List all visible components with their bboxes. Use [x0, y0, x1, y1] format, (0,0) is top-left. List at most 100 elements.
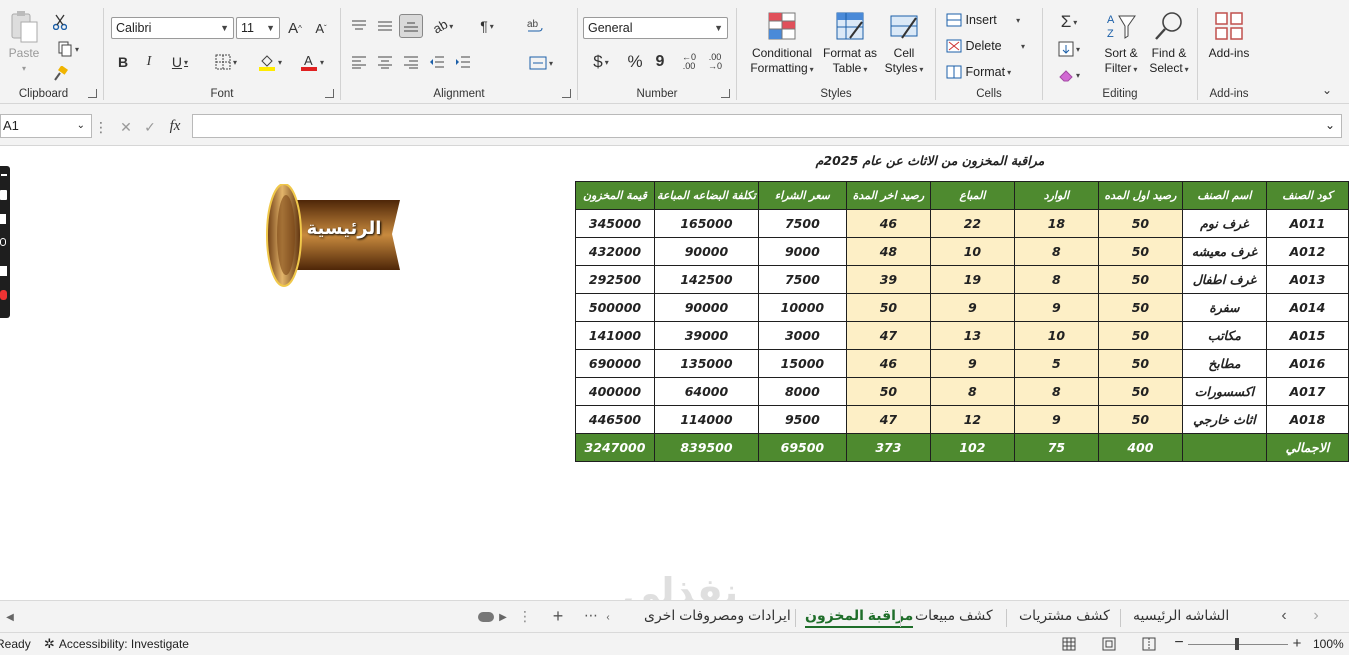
decrease-font-icon[interactable]: Aˇ — [310, 18, 332, 38]
decrease-decimal-icon[interactable]: .00 →0 — [704, 52, 726, 72]
align-right-icon[interactable] — [401, 52, 421, 72]
cancel-icon[interactable]: ✕ — [116, 118, 136, 136]
table-cell[interactable]: 50 — [845, 377, 931, 406]
fill-color-icon[interactable]: ▾ — [252, 52, 288, 72]
sort-filter-button[interactable]: AZ Sort & Filter ▾ — [1099, 10, 1143, 77]
table-cell[interactable]: A015 — [1265, 321, 1349, 350]
number-launcher[interactable] — [721, 89, 730, 98]
table-cell[interactable]: A018 — [1265, 405, 1349, 434]
table-cell[interactable]: 8 — [929, 377, 1015, 406]
table-cell[interactable]: غرف نوم — [1181, 209, 1267, 238]
table-cell[interactable]: A016 — [1265, 349, 1349, 378]
table-cell[interactable]: 50 — [1097, 405, 1183, 434]
clear-icon[interactable]: ▾ — [1051, 65, 1087, 85]
table-cell[interactable]: 48 — [845, 237, 931, 266]
copy-icon[interactable]: ▾ — [50, 39, 86, 59]
tab-main-screen[interactable]: الشاشه الرئيسيه — [1133, 607, 1229, 624]
table-cell[interactable]: 8 — [1013, 377, 1099, 406]
table-cell[interactable]: 432000 — [575, 237, 655, 266]
autosum-icon[interactable]: Σ ▾ — [1051, 12, 1087, 32]
zoom-in-button[interactable]: + — [1290, 634, 1304, 652]
table-cell[interactable]: 3000 — [757, 321, 847, 350]
normal-view-icon[interactable] — [1060, 635, 1078, 653]
clipboard-launcher[interactable] — [88, 89, 97, 98]
table-cell[interactable]: اسم الصنف — [1181, 181, 1267, 210]
merge-center-icon[interactable]: ▾ — [521, 52, 561, 74]
scroll-right-icon[interactable]: ▶ — [497, 609, 509, 625]
add-sheet-button[interactable]: + — [548, 605, 568, 627]
cut-icon[interactable] — [50, 12, 70, 32]
scroll-left-icon[interactable]: ◀ — [4, 609, 16, 625]
table-cell[interactable]: 50 — [1097, 265, 1183, 294]
tab-purchases-statement[interactable]: كشف مشتريات — [1019, 607, 1110, 624]
tab-prev-icon[interactable]: ‹ — [1276, 607, 1292, 625]
font-color-icon[interactable]: A ▾ — [294, 52, 330, 72]
comma-button[interactable]: 9 — [650, 52, 670, 72]
table-cell[interactable]: 9000 — [757, 237, 847, 266]
table-cell[interactable]: مكاتب — [1181, 321, 1267, 350]
table-cell[interactable]: 114000 — [654, 405, 759, 434]
table-cell[interactable]: 345000 — [575, 209, 655, 238]
home-banner-button[interactable]: الرئيسية — [266, 183, 402, 288]
increase-decimal-icon[interactable]: ←0.00 — [678, 52, 700, 72]
table-cell[interactable]: 400 — [1097, 433, 1183, 462]
table-cell[interactable]: رصيد اول المده — [1097, 181, 1183, 210]
indent-decrease-icon[interactable] — [427, 52, 447, 72]
table-cell[interactable]: 7500 — [757, 265, 847, 294]
italic-button[interactable]: I — [140, 52, 158, 72]
table-cell[interactable]: غرف اطفال — [1181, 265, 1267, 294]
table-cell[interactable]: غرف معيشه — [1181, 237, 1267, 266]
table-cell[interactable]: 90000 — [654, 237, 759, 266]
table-cell[interactable]: 839500 — [654, 433, 759, 462]
font-launcher[interactable] — [325, 89, 334, 98]
cell-styles-button[interactable]: Cell Styles ▾ — [879, 10, 929, 77]
currency-button[interactable]: $ ▾ — [586, 52, 616, 72]
horizontal-scrollbar-thumb[interactable] — [478, 612, 494, 622]
underline-button[interactable]: U ▾ — [166, 52, 194, 72]
table-cell[interactable]: 10 — [929, 237, 1015, 266]
formula-input[interactable]: ⌄ — [192, 114, 1342, 138]
indent-increase-icon[interactable] — [453, 52, 473, 72]
table-cell[interactable]: 18 — [1013, 209, 1099, 238]
tab-scroll-icon[interactable]: ‹ — [604, 609, 612, 625]
table-cell[interactable]: اثاث خارجي — [1181, 405, 1267, 434]
font-size-combo[interactable]: 11 ▼ — [236, 17, 280, 39]
table-cell[interactable]: 165000 — [654, 209, 759, 238]
table-cell[interactable]: كود الصنف — [1265, 181, 1349, 210]
table-cell[interactable]: سعر الشراء — [757, 181, 847, 210]
table-cell[interactable]: 39 — [845, 265, 931, 294]
percent-button[interactable]: % — [624, 52, 646, 72]
alignment-launcher[interactable] — [562, 89, 571, 98]
table-cell[interactable]: الاجمالي — [1265, 433, 1349, 462]
table-cell[interactable]: 46 — [845, 349, 931, 378]
table-cell[interactable]: 39000 — [654, 321, 759, 350]
table-cell[interactable]: 50 — [1097, 293, 1183, 322]
table-cell[interactable]: 22 — [929, 209, 1015, 238]
bottom-align-icon[interactable] — [399, 14, 423, 38]
bold-button[interactable]: B — [114, 52, 132, 72]
table-cell[interactable]: 15000 — [757, 349, 847, 378]
table-cell[interactable]: 135000 — [654, 349, 759, 378]
table-cell[interactable]: A012 — [1265, 237, 1349, 266]
table-cell[interactable]: مطابخ — [1181, 349, 1267, 378]
conditional-formatting-button[interactable]: Conditional Formatting ▾ — [745, 10, 819, 77]
font-name-combo[interactable]: Calibri ▼ — [111, 17, 234, 39]
table-cell[interactable]: A011 — [1265, 209, 1349, 238]
table-cell[interactable]: رصيد اخر المدة — [845, 181, 931, 210]
align-center-icon[interactable] — [375, 52, 395, 72]
name-box[interactable]: A1 ⌄ — [0, 114, 92, 138]
borders-icon[interactable]: ▾ — [208, 52, 244, 72]
table-cell[interactable]: 142500 — [654, 265, 759, 294]
table-cell[interactable]: A017 — [1265, 377, 1349, 406]
expand-formula-icon[interactable]: ⌄ — [1325, 118, 1335, 132]
toolbar-item[interactable] — [0, 238, 6, 246]
table-cell[interactable]: 90000 — [654, 293, 759, 322]
table-cell[interactable]: 9 — [1013, 293, 1099, 322]
table-cell[interactable]: 500000 — [575, 293, 655, 322]
table-cell[interactable]: 3247000 — [575, 433, 655, 462]
table-cell[interactable]: 10000 — [757, 293, 847, 322]
paste-button[interactable]: Paste ▾ — [4, 10, 44, 76]
collapse-ribbon-icon[interactable]: ⌄ — [1318, 82, 1336, 98]
table-cell[interactable]: 50 — [1097, 321, 1183, 350]
table-cell[interactable]: 8000 — [757, 377, 847, 406]
